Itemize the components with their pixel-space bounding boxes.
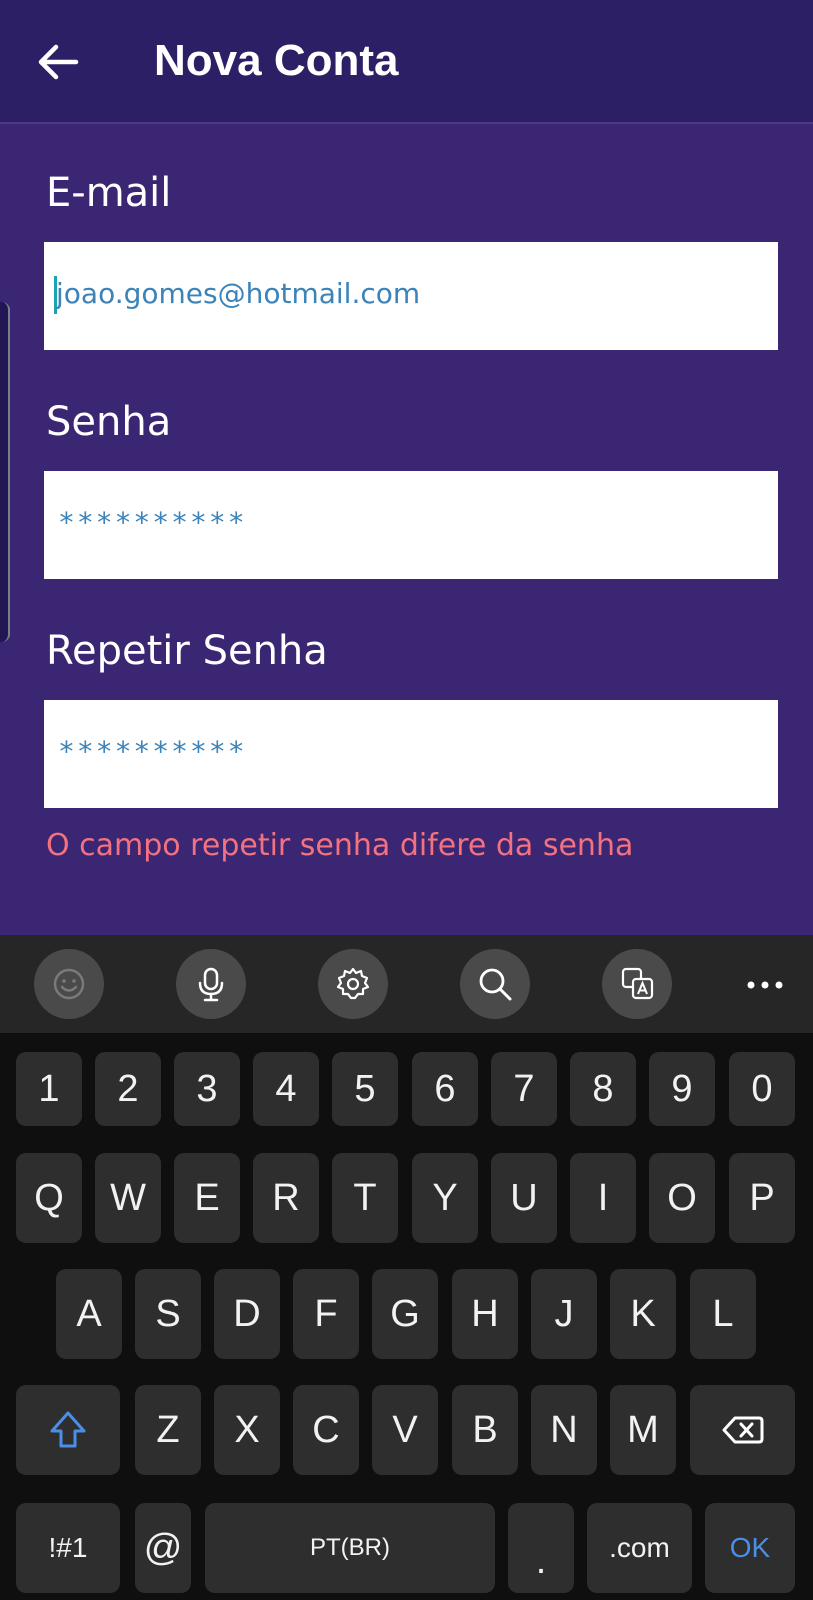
key-c[interactable]: C [293, 1385, 359, 1475]
microphone-icon [198, 967, 224, 1002]
key-y[interactable]: Y [412, 1153, 478, 1243]
key-d[interactable]: D [214, 1269, 280, 1359]
key-w[interactable]: W [95, 1153, 161, 1243]
key-v[interactable]: V [372, 1385, 438, 1475]
new-account-screen: Nova Conta E-mail joao.gomes@hotmail.com… [0, 0, 813, 935]
page-title: Nova Conta [154, 36, 399, 85]
key-o[interactable]: O [649, 1153, 715, 1243]
search-icon [479, 968, 512, 1001]
key-m[interactable]: M [610, 1385, 676, 1475]
at-key[interactable]: @ [135, 1503, 191, 1593]
arrow-left-icon[interactable] [36, 40, 80, 84]
translate-icon [621, 967, 654, 1000]
key-j[interactable]: J [531, 1269, 597, 1359]
repeat-password-value: ********** [58, 735, 247, 768]
key-h[interactable]: H [452, 1269, 518, 1359]
repeat-password-error: O campo repetir senha difere da senha [46, 828, 634, 863]
shift-key[interactable] [16, 1385, 120, 1475]
key-f[interactable]: F [293, 1269, 359, 1359]
dotcom-key[interactable]: .com [587, 1503, 692, 1593]
password-label: Senha [46, 399, 172, 445]
edge-panel-handle[interactable] [0, 302, 10, 642]
key-k[interactable]: K [610, 1269, 676, 1359]
on-screen-keyboard: 1 2 3 4 5 6 7 8 9 0 Q W E R T Y U I O P … [0, 935, 813, 1600]
key-u[interactable]: U [491, 1153, 557, 1243]
key-n[interactable]: N [531, 1385, 597, 1475]
key-3[interactable]: 3 [174, 1052, 240, 1126]
shift-icon [50, 1411, 86, 1448]
key-p[interactable]: P [729, 1153, 795, 1243]
keyboard-settings-button[interactable] [318, 949, 388, 1019]
password-value: ********** [58, 506, 247, 539]
key-4[interactable]: 4 [253, 1052, 319, 1126]
key-t[interactable]: T [332, 1153, 398, 1243]
key-2[interactable]: 2 [95, 1052, 161, 1126]
translate-button[interactable] [602, 949, 672, 1019]
key-8[interactable]: 8 [570, 1052, 636, 1126]
key-z[interactable]: Z [135, 1385, 201, 1475]
backspace-key[interactable] [690, 1385, 795, 1475]
key-0[interactable]: 0 [729, 1052, 795, 1126]
key-6[interactable]: 6 [412, 1052, 478, 1126]
repeat-password-label: Repetir Senha [46, 628, 328, 674]
key-x[interactable]: X [214, 1385, 280, 1475]
key-1[interactable]: 1 [16, 1052, 82, 1126]
key-e[interactable]: E [174, 1153, 240, 1243]
email-field[interactable]: joao.gomes@hotmail.com [44, 242, 778, 350]
ok-key[interactable]: OK [705, 1503, 795, 1593]
more-icon[interactable] [745, 979, 785, 991]
symbols-key[interactable]: !#1 [16, 1503, 120, 1593]
app-bar: Nova Conta [0, 0, 813, 124]
key-7[interactable]: 7 [491, 1052, 557, 1126]
key-l[interactable]: L [690, 1269, 756, 1359]
email-label: E-mail [46, 170, 172, 216]
emoji-button[interactable] [34, 949, 104, 1019]
settings-icon [336, 967, 370, 1000]
key-s[interactable]: S [135, 1269, 201, 1359]
repeat-password-field[interactable]: ********** [44, 700, 778, 808]
key-9[interactable]: 9 [649, 1052, 715, 1126]
period-key[interactable]: . [508, 1503, 574, 1593]
key-r[interactable]: R [253, 1153, 319, 1243]
email-value: joao.gomes@hotmail.com [56, 277, 421, 310]
backspace-icon [722, 1416, 763, 1444]
key-b[interactable]: B [452, 1385, 518, 1475]
emoji-icon [53, 968, 85, 1000]
voice-input-button[interactable] [176, 949, 246, 1019]
password-field[interactable]: ********** [44, 471, 778, 579]
key-q[interactable]: Q [16, 1153, 82, 1243]
key-i[interactable]: I [570, 1153, 636, 1243]
keyboard-toolbar [0, 935, 813, 1033]
key-5[interactable]: 5 [332, 1052, 398, 1126]
key-g[interactable]: G [372, 1269, 438, 1359]
key-a[interactable]: A [56, 1269, 122, 1359]
keyboard-search-button[interactable] [460, 949, 530, 1019]
space-key[interactable]: PT(BR) [205, 1503, 495, 1593]
